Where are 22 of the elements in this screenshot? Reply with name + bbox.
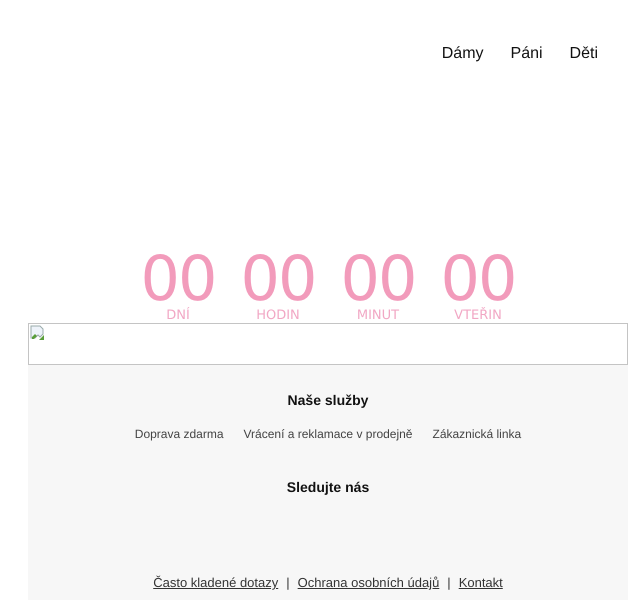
separator: |: [447, 575, 451, 590]
service-item: Doprava zdarma: [134, 427, 224, 441]
nav-link[interactable]: Děti: [570, 44, 598, 194]
section-heading: Sledujte nás: [286, 479, 370, 495]
countdown-value: 00: [440, 249, 516, 309]
broken-image-icon: [30, 325, 46, 341]
separator: |: [286, 575, 290, 590]
footer-link[interactable]: Kontakt: [458, 575, 503, 590]
countdown-label: MINUT: [356, 309, 400, 323]
nav-link[interactable]: Páni: [510, 44, 543, 194]
countdown-value: 00: [340, 249, 416, 309]
countdown-value: 00: [240, 249, 316, 309]
service-item: Vrácení a reklamace v prodejně: [244, 427, 412, 441]
footer-link[interactable]: Často kladené dotazy: [153, 575, 278, 590]
countdown-label: DNÍ: [166, 309, 190, 323]
countdown-label: HODIN: [256, 309, 300, 323]
service-item: Zákaznická linka: [432, 427, 522, 441]
section-heading: Naše služby: [288, 392, 368, 408]
nav-link[interactable]: Dámy: [442, 44, 484, 194]
footer-link[interactable]: Ochrana osobních údajů: [298, 575, 440, 590]
countdown-value: 00: [140, 249, 216, 309]
countdown-label: VTEŘIN: [454, 309, 502, 323]
